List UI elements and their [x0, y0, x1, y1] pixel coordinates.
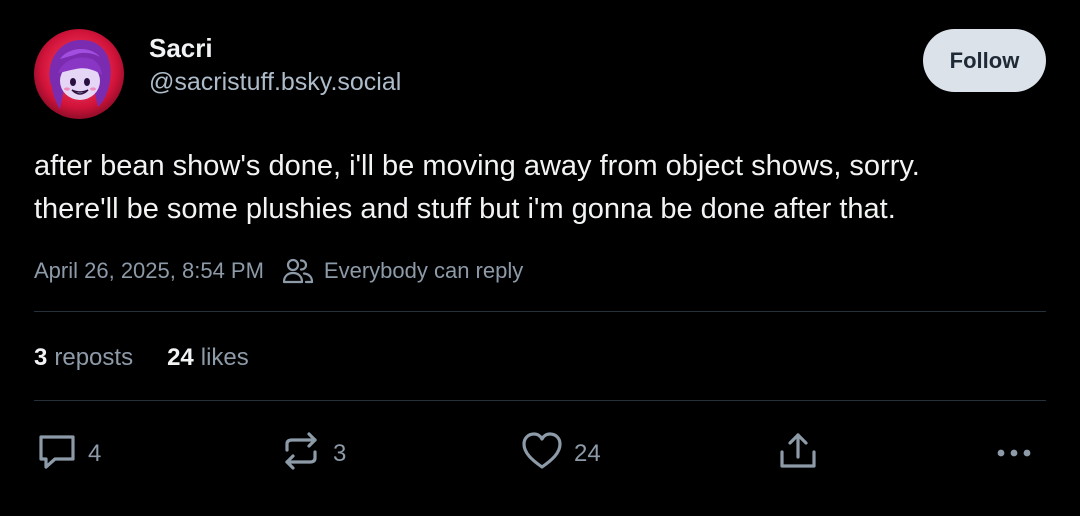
people-icon	[282, 257, 314, 285]
post-text-line: after bean show's done, i'll be moving a…	[34, 150, 920, 182]
likes-stat[interactable]: 24 likes	[167, 344, 249, 372]
reply-setting-label: Everybody can reply	[323, 258, 524, 283]
avatar-image	[34, 29, 124, 119]
reposts-stat-count: 3	[34, 344, 48, 371]
likes-stat-count: 24	[167, 344, 194, 371]
share-button[interactable]	[777, 428, 819, 480]
author-display-name[interactable]: Sacri	[149, 32, 213, 64]
speech-bubble-icon	[36, 430, 78, 479]
reply-count: 4	[88, 440, 102, 467]
like-button[interactable]: 24	[520, 428, 601, 480]
reply-setting: Everybody can reply	[282, 257, 523, 285]
divider	[34, 400, 1046, 401]
post-text: after bean show's done, i'll be moving a…	[34, 145, 1054, 231]
divider	[34, 311, 1046, 312]
reposts-stat-label: reposts	[54, 344, 134, 371]
more-options-button[interactable]	[994, 428, 1034, 480]
more-dots-icon	[994, 430, 1034, 479]
repost-button[interactable]: 3	[279, 428, 346, 480]
heart-icon	[520, 430, 564, 479]
repost-arrows-icon	[279, 430, 323, 479]
engagement-stats: 3 reposts 24 likes	[34, 340, 283, 376]
post-action-bar: 4 3 24	[0, 428, 1080, 480]
repost-count: 3	[333, 440, 347, 467]
post-card: Sacri @sacristuff.bsky.social Follow aft…	[0, 0, 1080, 516]
share-upload-icon	[777, 430, 819, 479]
post-meta-row: April 26, 2025, 8:54 PM Everybody can re…	[34, 254, 523, 288]
reply-button[interactable]: 4	[36, 428, 101, 480]
reposts-stat[interactable]: 3 reposts	[34, 344, 133, 372]
avatar[interactable]	[34, 29, 124, 119]
like-count: 24	[574, 440, 601, 467]
likes-stat-label: likes	[200, 344, 249, 371]
author-handle[interactable]: @sacristuff.bsky.social	[149, 66, 401, 98]
post-text-line: there'll be some plushies and stuff but …	[34, 193, 896, 225]
follow-button[interactable]: Follow	[923, 29, 1046, 92]
post-timestamp[interactable]: April 26, 2025, 8:54 PM	[34, 258, 264, 284]
